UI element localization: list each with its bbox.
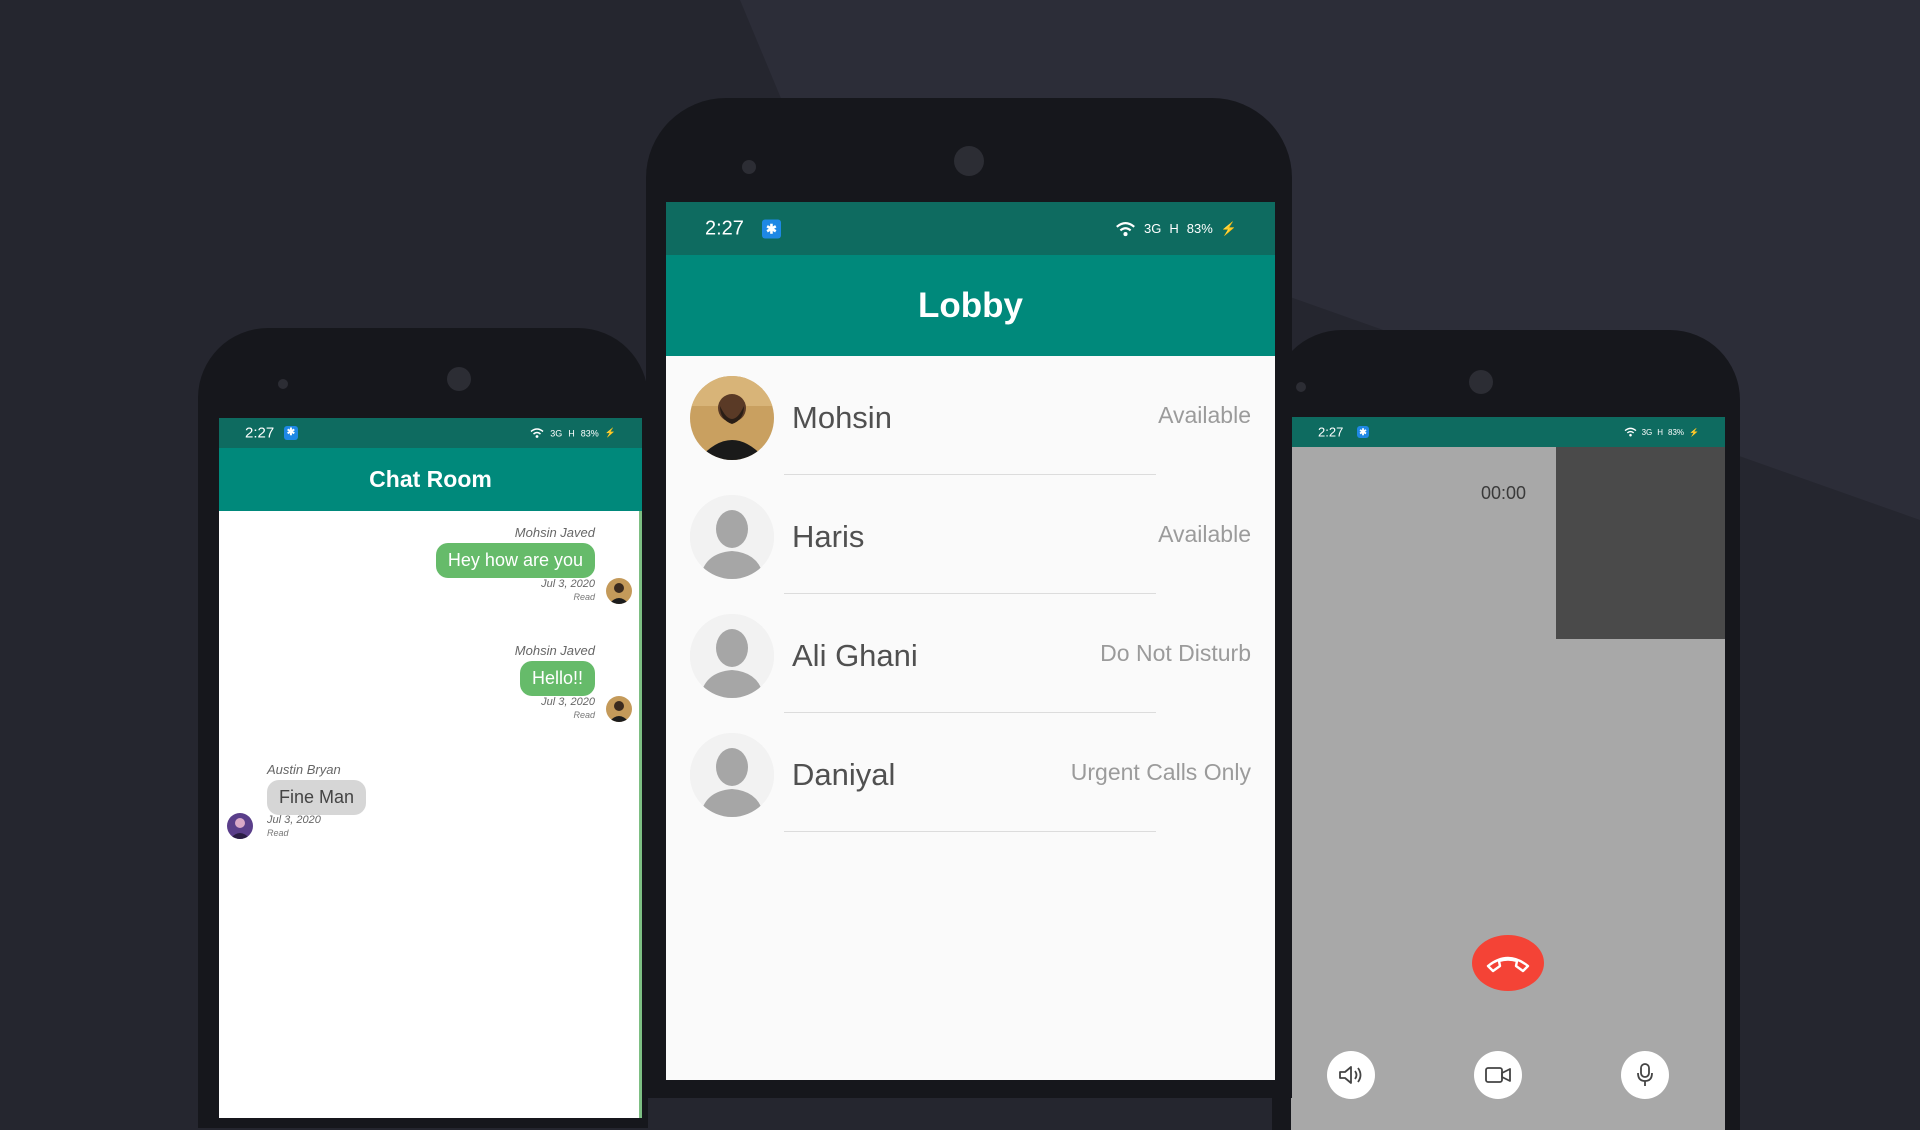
bluetooth-icon: ✱ — [762, 219, 781, 238]
front-camera — [1469, 370, 1493, 394]
photo-avatar — [690, 376, 774, 460]
battery-level: 83% — [580, 428, 599, 438]
contact-name: Daniyal — [792, 757, 896, 792]
contact-status: Do Not Disturb — [1100, 640, 1251, 666]
message-bubble[interactable]: Fine Man — [267, 780, 367, 815]
contact-name: Ali Ghani — [792, 638, 918, 673]
status-time: 2:27 — [245, 424, 275, 442]
bluetooth-icon: ✱ — [284, 426, 298, 440]
speaker-button[interactable] — [1327, 1051, 1375, 1099]
charging-icon: ⚡ — [604, 427, 616, 438]
contact-row[interactable]: Daniyal Urgent Calls Only — [666, 713, 1275, 832]
avatar — [606, 578, 632, 604]
wifi-icon — [1624, 427, 1636, 437]
bluetooth-icon: ✱ — [1357, 426, 1369, 438]
chat-screen: 2:27 ✱ 3G H 83% ⚡ Chat Room Mohsin Javed… — [219, 418, 642, 1118]
call-screen: 2:27 ✱ 3G H 83% ⚡ 00:00 — [1291, 417, 1725, 1130]
message-receipt: Read — [573, 592, 595, 602]
message-date: Jul 3, 2020 — [541, 696, 595, 708]
message-date: Jul 3, 2020 — [267, 814, 321, 826]
wifi-icon — [1116, 221, 1135, 236]
status-bar: 2:27 ✱ 3G H 83% ⚡ — [1291, 417, 1725, 447]
microphone-icon — [1637, 1063, 1653, 1086]
phone-chat: 2:27 ✱ 3G H 83% ⚡ Chat Room Mohsin Javed… — [198, 328, 648, 1128]
system-indicators: 3G H 83% ⚡ — [1115, 221, 1237, 237]
battery-level: 83% — [1186, 221, 1213, 236]
network-3g-label: 3G — [1641, 427, 1653, 437]
status-bar: 2:27 ✱ 3G H 83% ⚡ — [219, 418, 642, 448]
front-camera — [954, 146, 984, 176]
video-button[interactable] — [1474, 1051, 1522, 1099]
status-bar: 2:27 ✱ 3G H 83% ⚡ — [666, 202, 1275, 255]
app-bar: Chat Room — [219, 448, 642, 511]
message-date: Jul 3, 2020 — [541, 578, 595, 590]
speaker-icon — [1339, 1066, 1362, 1084]
end-call-button[interactable] — [1472, 935, 1544, 991]
scroll-edge — [639, 511, 642, 1118]
contact-status: Urgent Calls Only — [1070, 759, 1251, 785]
system-indicators: 3G H 83% ⚡ — [530, 428, 616, 439]
charging-icon: ⚡ — [1689, 427, 1699, 437]
system-indicators: 3G H 83% ⚡ — [1624, 427, 1699, 437]
contact-row[interactable]: Mohsin Available — [666, 356, 1275, 475]
contact-row[interactable]: Haris Available — [666, 475, 1275, 594]
contact-status: Available — [1158, 402, 1251, 428]
call-timer: 00:00 — [1481, 483, 1527, 503]
page-title: Chat Room — [369, 466, 492, 492]
microphone-button[interactable] — [1621, 1051, 1669, 1099]
contact-name: Haris — [792, 519, 865, 554]
message-receipt: Read — [573, 710, 595, 720]
contact-row[interactable]: Ali Ghani Do Not Disturb — [666, 594, 1275, 713]
network-h-label: H — [1169, 221, 1179, 236]
network-h-label: H — [1657, 427, 1664, 437]
avatar — [606, 696, 632, 722]
charging-icon: ⚡ — [1220, 220, 1237, 236]
sensor-dot — [1296, 382, 1306, 392]
row-divider — [784, 831, 1156, 832]
message-author: Mohsin Javed — [514, 525, 595, 540]
status-time: 2:27 — [1318, 424, 1344, 440]
page-title: Lobby — [918, 286, 1023, 325]
phone-lobby: 2:27 ✱ 3G H 83% ⚡ Lobby Mohsin Available — [646, 98, 1292, 1098]
front-camera — [447, 367, 471, 391]
phone-hangup-icon — [1486, 956, 1530, 973]
network-3g-label: 3G — [1144, 221, 1162, 236]
default-avatar-icon — [690, 614, 774, 698]
lobby-screen: 2:27 ✱ 3G H 83% ⚡ Lobby Mohsin Available — [666, 202, 1275, 1080]
battery-level: 83% — [1668, 427, 1685, 437]
message-author: Austin Bryan — [267, 762, 341, 777]
status-time: 2:27 — [705, 217, 744, 239]
message-receipt: Read — [267, 828, 289, 838]
sensor-dot — [278, 379, 288, 389]
default-avatar-icon — [690, 733, 774, 817]
avatar — [227, 813, 253, 839]
message-author: Mohsin Javed — [514, 643, 595, 658]
video-icon — [1485, 1067, 1511, 1083]
network-h-label: H — [568, 428, 575, 438]
contact-name: Mohsin — [792, 400, 892, 435]
network-3g-label: 3G — [550, 428, 563, 438]
default-avatar-icon — [690, 495, 774, 579]
local-video-preview[interactable] — [1556, 447, 1725, 639]
message-bubble[interactable]: Hey how are you — [435, 543, 595, 578]
app-bar: Lobby — [666, 255, 1275, 356]
wifi-icon — [530, 428, 544, 438]
message-bubble[interactable]: Hello!! — [519, 661, 595, 696]
contact-status: Available — [1158, 521, 1251, 547]
phone-call: 2:27 ✱ 3G H 83% ⚡ 00:00 — [1272, 330, 1740, 1130]
sensor-dot — [742, 160, 756, 174]
